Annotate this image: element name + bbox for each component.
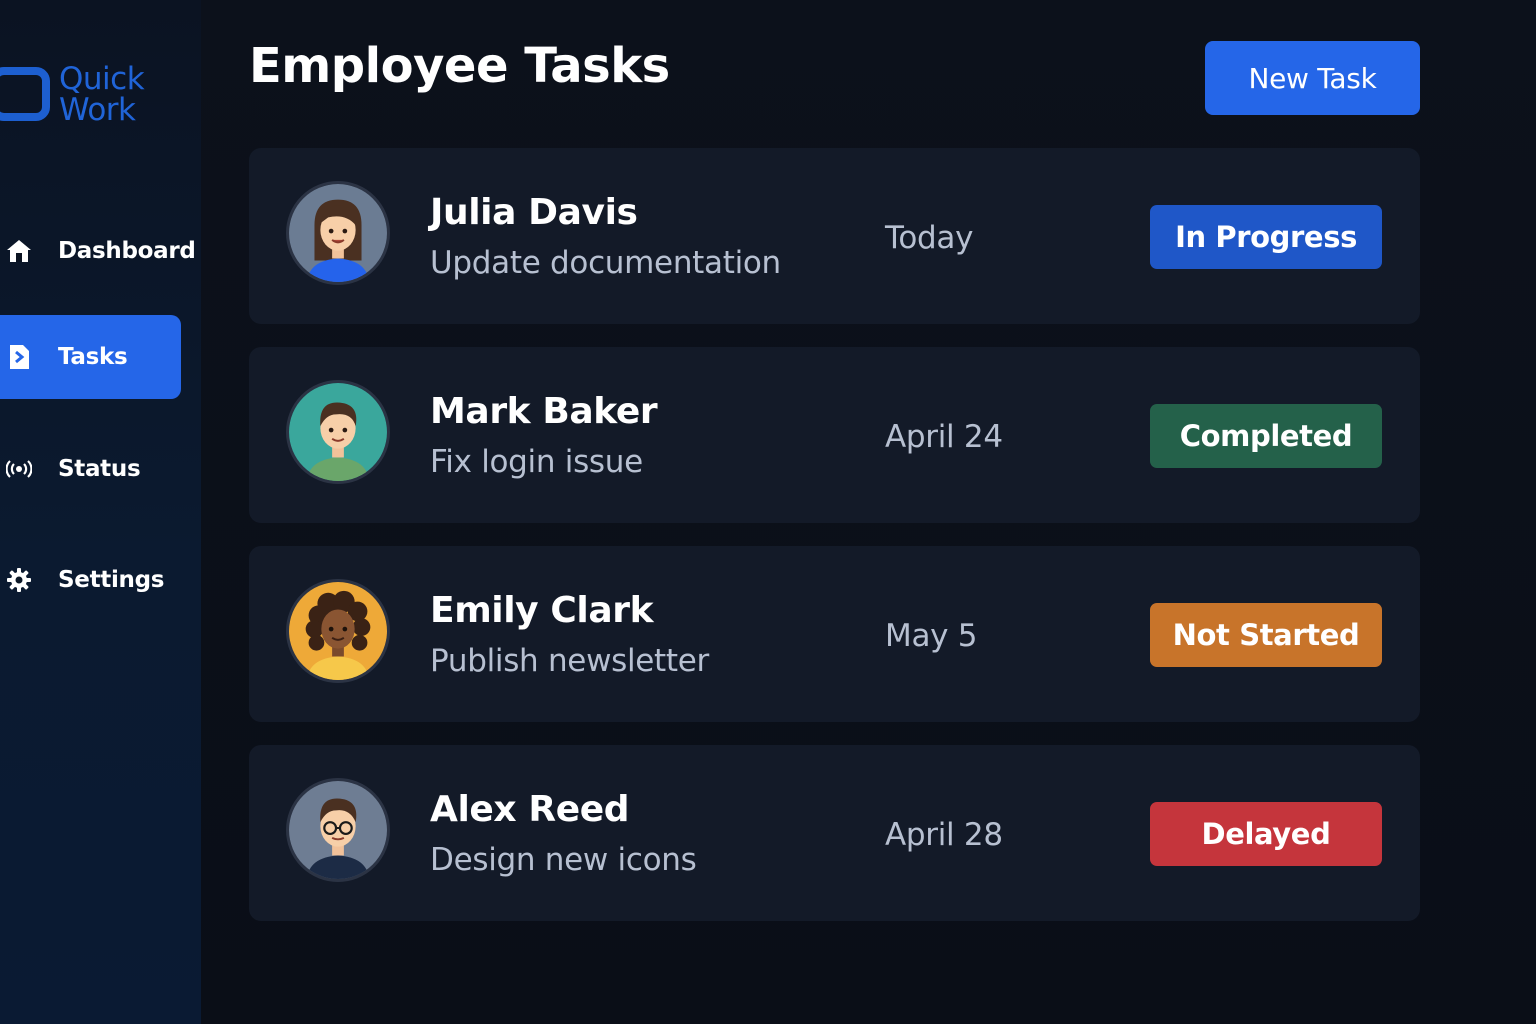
document-icon xyxy=(6,344,32,370)
task-card[interactable]: Emily Clark Publish newsletter May 5 Not… xyxy=(249,546,1420,722)
task-card[interactable]: Alex Reed Design new icons April 28 Dela… xyxy=(249,745,1420,921)
sidebar-item-label: Settings xyxy=(58,567,165,593)
new-task-button[interactable]: New Task xyxy=(1205,41,1420,115)
brand-name-line1: Quick xyxy=(59,61,145,97)
broadcast-icon xyxy=(6,456,32,482)
woman-avatar-icon xyxy=(289,582,387,680)
man-glasses-avatar-icon xyxy=(289,781,387,879)
brand-name-line2: Work xyxy=(59,92,136,128)
status-badge[interactable]: Delayed xyxy=(1150,802,1382,866)
page-title: Employee Tasks xyxy=(249,38,670,94)
status-badge[interactable]: Completed xyxy=(1150,404,1382,468)
avatar xyxy=(286,778,390,882)
due-date: Today xyxy=(885,220,974,256)
sidebar-item-label: Tasks xyxy=(58,344,128,370)
avatar xyxy=(286,181,390,285)
task-description: Update documentation xyxy=(430,245,781,281)
logo-mark-icon xyxy=(0,67,50,121)
due-date: May 5 xyxy=(885,618,978,654)
task-card[interactable]: Julia Davis Update documentation Today I… xyxy=(249,148,1420,324)
task-list: Julia Davis Update documentation Today I… xyxy=(249,148,1420,944)
employee-name: Julia Davis xyxy=(430,192,638,233)
status-badge[interactable]: Not Started xyxy=(1150,603,1382,667)
task-card[interactable]: Mark Baker Fix login issue April 24 Comp… xyxy=(249,347,1420,523)
due-date: April 28 xyxy=(885,817,1003,853)
avatar xyxy=(286,579,390,683)
gear-icon xyxy=(6,567,32,593)
sidebar-item-label: Status xyxy=(58,456,141,482)
task-description: Design new icons xyxy=(430,842,697,878)
employee-name: Alex Reed xyxy=(430,789,630,830)
task-description: Fix login issue xyxy=(430,444,643,480)
due-date: April 24 xyxy=(885,419,1003,455)
sidebar-item-tasks[interactable]: Tasks xyxy=(0,315,181,399)
home-icon xyxy=(6,238,32,264)
task-description: Publish newsletter xyxy=(430,643,709,679)
brand-name: Quick Work xyxy=(59,61,145,128)
status-badge[interactable]: In Progress xyxy=(1150,205,1382,269)
sidebar-item-settings[interactable]: Settings xyxy=(0,538,181,622)
sidebar: Quick Work Dashboard Tasks Status Settin… xyxy=(0,0,201,1024)
sidebar-item-label: Dashboard xyxy=(58,238,196,264)
sidebar-item-dashboard[interactable]: Dashboard xyxy=(0,209,196,293)
employee-name: Emily Clark xyxy=(430,590,654,631)
brand-logo[interactable]: Quick Work xyxy=(0,62,200,132)
woman-avatar-icon xyxy=(289,184,387,282)
avatar xyxy=(286,380,390,484)
man-avatar-icon xyxy=(289,383,387,481)
sidebar-item-status[interactable]: Status xyxy=(0,427,181,511)
employee-name: Mark Baker xyxy=(430,391,658,432)
app-root: Quick Work Dashboard Tasks Status Settin… xyxy=(0,0,1536,1024)
